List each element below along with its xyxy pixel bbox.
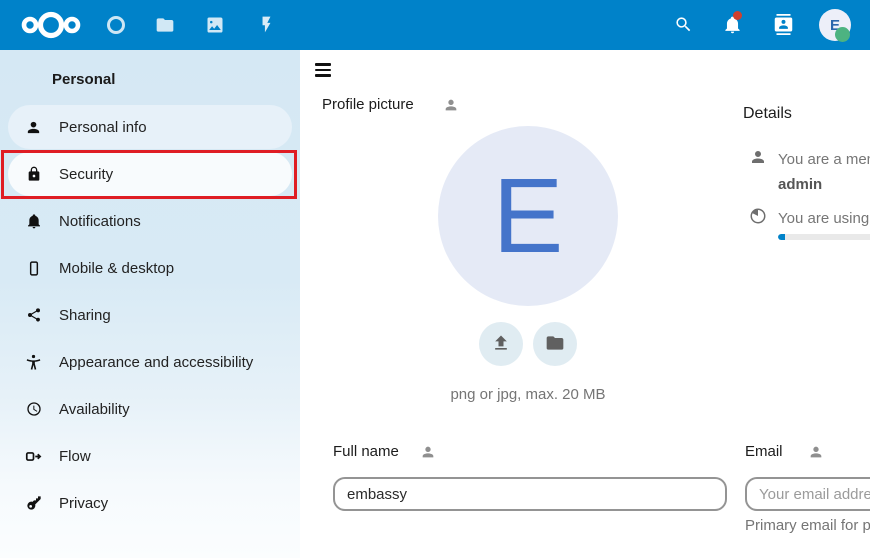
avatar-upload-hint: png or jpg, max. 20 MB: [438, 386, 618, 403]
choose-from-files-button[interactable]: [533, 322, 577, 366]
sidebar-item-label: Availability: [59, 401, 130, 418]
sidebar-toggle-icon[interactable]: [315, 63, 331, 77]
nextcloud-settings-window: E Personal Personal info Security Notifi…: [0, 0, 870, 558]
phone-icon: [25, 260, 42, 277]
sidebar-item-label: Notifications: [59, 213, 141, 230]
quota-progress-fill: [778, 234, 785, 240]
contacts-icon[interactable]: [773, 14, 794, 35]
sidebar-item-sharing[interactable]: Sharing: [8, 293, 292, 337]
sidebar-item-notifications[interactable]: Notifications: [8, 199, 292, 243]
profile-avatar: E: [438, 126, 618, 306]
scope-icon[interactable]: [443, 97, 459, 113]
email-helper-text: Primary email for password reset and not…: [745, 517, 870, 534]
email-label: Email: [745, 443, 783, 460]
scope-icon[interactable]: [808, 444, 824, 460]
quota-progress-bar: [778, 234, 870, 240]
sidebar-item-label: Personal info: [59, 119, 147, 136]
account-icon: [25, 119, 42, 136]
upload-avatar-button[interactable]: [479, 322, 523, 366]
details-heading: Details: [743, 105, 792, 123]
clock-icon: [25, 401, 42, 418]
folder-icon: [545, 333, 565, 356]
upload-icon: [491, 333, 511, 356]
sidebar-item-privacy[interactable]: Privacy: [8, 481, 292, 525]
online-status-dot: [835, 27, 850, 42]
sidebar-item-security[interactable]: Security: [8, 152, 292, 196]
flow-icon: [25, 448, 42, 465]
sidebar-item-availability[interactable]: Availability: [8, 387, 292, 431]
sidebar-item-flow[interactable]: Flow: [8, 434, 292, 478]
sidebar-item-label: Security: [59, 166, 113, 183]
settings-sidebar: Personal Personal info Security Notifica…: [0, 50, 300, 558]
share-icon: [25, 307, 42, 324]
files-icon[interactable]: [155, 15, 175, 35]
sidebar-item-label: Appearance and accessibility: [59, 354, 253, 371]
profile-avatar-initial: E: [493, 156, 564, 277]
key-icon: [25, 495, 42, 512]
sidebar-item-mobile-desktop[interactable]: Mobile & desktop: [8, 246, 292, 290]
groups-text: You are a member of the following groups…: [778, 151, 870, 168]
scope-icon[interactable]: [420, 444, 436, 460]
dashboard-icon[interactable]: [107, 16, 125, 34]
sidebar-item-appearance-accessibility[interactable]: Appearance and accessibility: [8, 340, 292, 384]
photos-icon[interactable]: [205, 15, 225, 35]
nextcloud-logo[interactable]: [20, 9, 82, 41]
email-input[interactable]: [745, 477, 870, 511]
sidebar-item-personal-info[interactable]: Personal info: [8, 105, 292, 149]
personal-info-content: Profile picture E png or jpg, max. 20 MB…: [300, 50, 870, 558]
activity-icon[interactable]: [257, 14, 276, 35]
sidebar-item-label: Sharing: [59, 307, 111, 324]
sidebar-item-label: Privacy: [59, 495, 108, 512]
accessibility-icon: [25, 354, 42, 371]
top-header-bar: E: [0, 0, 870, 50]
groups-value: admin: [778, 176, 822, 193]
group-member-icon: [749, 148, 767, 166]
sidebar-item-label: Flow: [59, 448, 91, 465]
quota-text: You are using 1: [778, 210, 870, 227]
full-name-input[interactable]: [333, 477, 727, 511]
full-name-label: Full name: [333, 443, 399, 460]
bell-icon: [25, 213, 42, 230]
sidebar-item-label: Mobile & desktop: [59, 260, 174, 277]
quota-icon: [749, 207, 767, 225]
lock-icon: [25, 166, 42, 183]
notification-badge: [733, 11, 742, 20]
sidebar-heading: Personal: [52, 71, 115, 88]
search-icon[interactable]: [674, 15, 693, 34]
profile-picture-label: Profile picture: [322, 96, 414, 113]
